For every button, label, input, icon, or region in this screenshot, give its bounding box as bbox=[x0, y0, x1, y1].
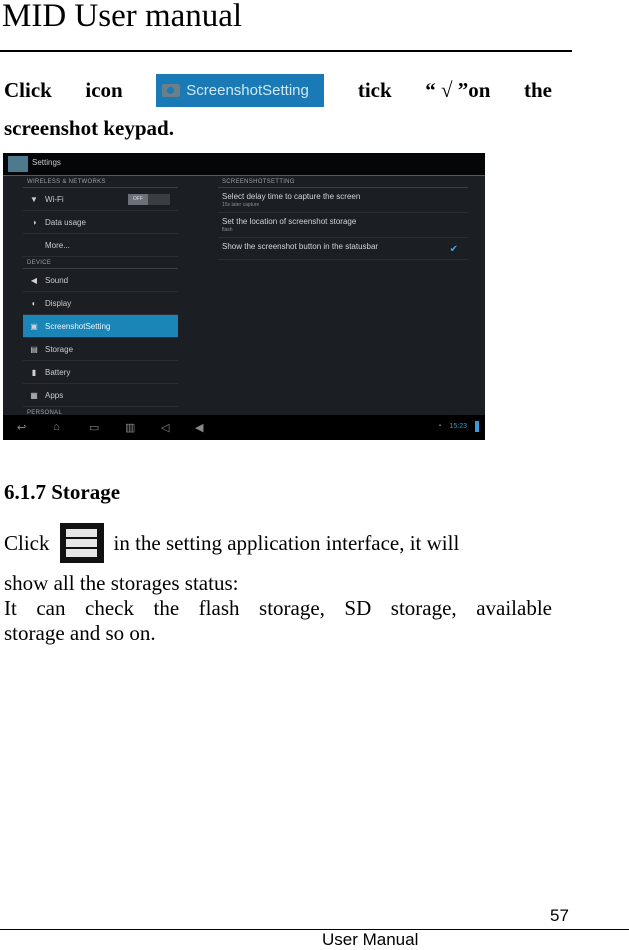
item-label: Storage bbox=[45, 344, 74, 354]
back-icon[interactable]: ↩ bbox=[17, 421, 26, 434]
document-header-title: MID User manual bbox=[2, 0, 243, 34]
page-number: 57 bbox=[550, 906, 569, 925]
home-icon[interactable]: ⌂ bbox=[53, 421, 60, 433]
apps-icon: ▦ bbox=[30, 390, 38, 400]
data-usage-icon: ◑ bbox=[31, 217, 37, 227]
settings-category-list: WIRELESS & NETWORKS ▼ Wi-Fi OFF ◑ Data u… bbox=[23, 176, 178, 418]
settings-item-screenshotsetting[interactable]: ▣ ScreenshotSetting bbox=[23, 315, 178, 338]
display-icon: ◐ bbox=[31, 298, 37, 308]
item-label: More... bbox=[45, 240, 70, 250]
signal-icon: ▪ bbox=[438, 423, 441, 429]
section-screenshotsetting: SCREENSHOTSETTING bbox=[218, 176, 468, 188]
volume-up-icon[interactable]: ◀ bbox=[195, 421, 203, 434]
setting-storage-location[interactable]: Set the location of screenshot storage f… bbox=[218, 213, 468, 238]
text-icon: icon bbox=[85, 77, 123, 102]
section-device: DEVICE bbox=[23, 257, 178, 269]
settings-action-bar: Settings bbox=[3, 153, 485, 176]
sound-icon: ◀ bbox=[30, 275, 38, 285]
settings-item-display[interactable]: ◐ Display bbox=[23, 292, 178, 315]
battery-status-icon bbox=[475, 421, 479, 432]
section-heading: 6.1.7 Storage bbox=[4, 480, 121, 504]
settings-app-icon bbox=[8, 156, 28, 172]
text-click: Click bbox=[4, 77, 52, 102]
settings-item-sound[interactable]: ◀ Sound bbox=[23, 269, 178, 292]
footer-rule bbox=[0, 929, 629, 930]
item-label: Apps bbox=[45, 390, 64, 400]
wifi-toggle[interactable]: OFF bbox=[128, 194, 170, 205]
toggle-label: OFF bbox=[128, 194, 148, 205]
setting-delay-time[interactable]: Select delay time to capture the screen … bbox=[218, 188, 468, 213]
screenshot-nav-icon[interactable]: ▥ bbox=[125, 421, 135, 434]
storage-paragraph: Click in the setting application interfa… bbox=[4, 523, 552, 646]
instruction-paragraph: Click icon ScreenshotSetting tick “ √ ”o… bbox=[4, 73, 552, 141]
settings-item-more[interactable]: More... bbox=[23, 234, 178, 257]
item-label: ScreenshotSetting bbox=[45, 321, 111, 331]
storage-icon: ▤ bbox=[30, 344, 38, 354]
screenshot-icon: ▣ bbox=[30, 321, 38, 331]
volume-down-icon[interactable]: ◁ bbox=[161, 421, 169, 434]
checkbox-checked-icon[interactable]: ✔ bbox=[450, 244, 458, 255]
item-label: Wi-Fi bbox=[45, 194, 64, 204]
text-line1-rest: in the setting application interface, it… bbox=[113, 530, 460, 555]
setting-summary: 15s later capture bbox=[222, 202, 260, 208]
text-line4: storage and so on. bbox=[4, 621, 156, 645]
settings-item-apps[interactable]: ▦ Apps bbox=[23, 384, 178, 407]
setting-title: Select delay time to capture the screen bbox=[222, 192, 361, 201]
status-clock: 15:23 bbox=[449, 423, 467, 430]
item-label: Data usage bbox=[45, 217, 86, 227]
system-navigation-bar: ↩ ⌂ ▭ ▥ ◁ ◀ ▪ 15:23 bbox=[3, 415, 485, 440]
section-wireless: WIRELESS & NETWORKS bbox=[23, 176, 178, 188]
wifi-icon: ▼ bbox=[30, 194, 38, 204]
text-line3: It can check the flash storage, SD stora… bbox=[4, 596, 552, 620]
setting-title: Set the location of screenshot storage bbox=[222, 217, 357, 226]
settings-item-data-usage[interactable]: ◑ Data usage bbox=[23, 211, 178, 234]
battery-icon: ▮ bbox=[31, 367, 37, 377]
screenshot-setting-label: ScreenshotSetting bbox=[186, 81, 309, 99]
footer-label: User Manual bbox=[322, 930, 419, 949]
text-click: Click bbox=[4, 530, 50, 555]
text-tick: tick bbox=[357, 77, 392, 102]
item-label: Display bbox=[45, 298, 72, 308]
text-line2: show all the storages status: bbox=[4, 571, 239, 595]
item-label: Battery bbox=[45, 367, 71, 377]
settings-item-wifi[interactable]: ▼ Wi-Fi OFF bbox=[23, 188, 178, 211]
settings-title: Settings bbox=[32, 158, 61, 167]
screenshot-settings-pane: SCREENSHOTSETTING Select delay time to c… bbox=[218, 176, 468, 260]
setting-summary: flash bbox=[222, 227, 233, 233]
setting-show-statusbar-button[interactable]: Show the screenshot button in the status… bbox=[218, 238, 468, 260]
recent-apps-icon[interactable]: ▭ bbox=[89, 421, 99, 434]
camera-icon bbox=[162, 83, 181, 97]
settings-screenshot: Settings WIRELESS & NETWORKS ▼ Wi-Fi OFF… bbox=[3, 153, 485, 440]
screenshot-setting-button-image: ScreenshotSetting bbox=[156, 73, 325, 107]
instruction-line2: screenshot keypad. bbox=[4, 116, 174, 140]
item-label: Sound bbox=[45, 275, 69, 285]
header-rule bbox=[0, 50, 572, 52]
text-the: the bbox=[523, 77, 552, 102]
text-tick-quote: “ √ ”on bbox=[425, 77, 491, 102]
storage-icon bbox=[59, 523, 104, 563]
settings-item-storage[interactable]: ▤ Storage bbox=[23, 338, 178, 361]
settings-item-battery[interactable]: ▮ Battery bbox=[23, 361, 178, 384]
setting-title: Show the screenshot button in the status… bbox=[222, 242, 379, 251]
